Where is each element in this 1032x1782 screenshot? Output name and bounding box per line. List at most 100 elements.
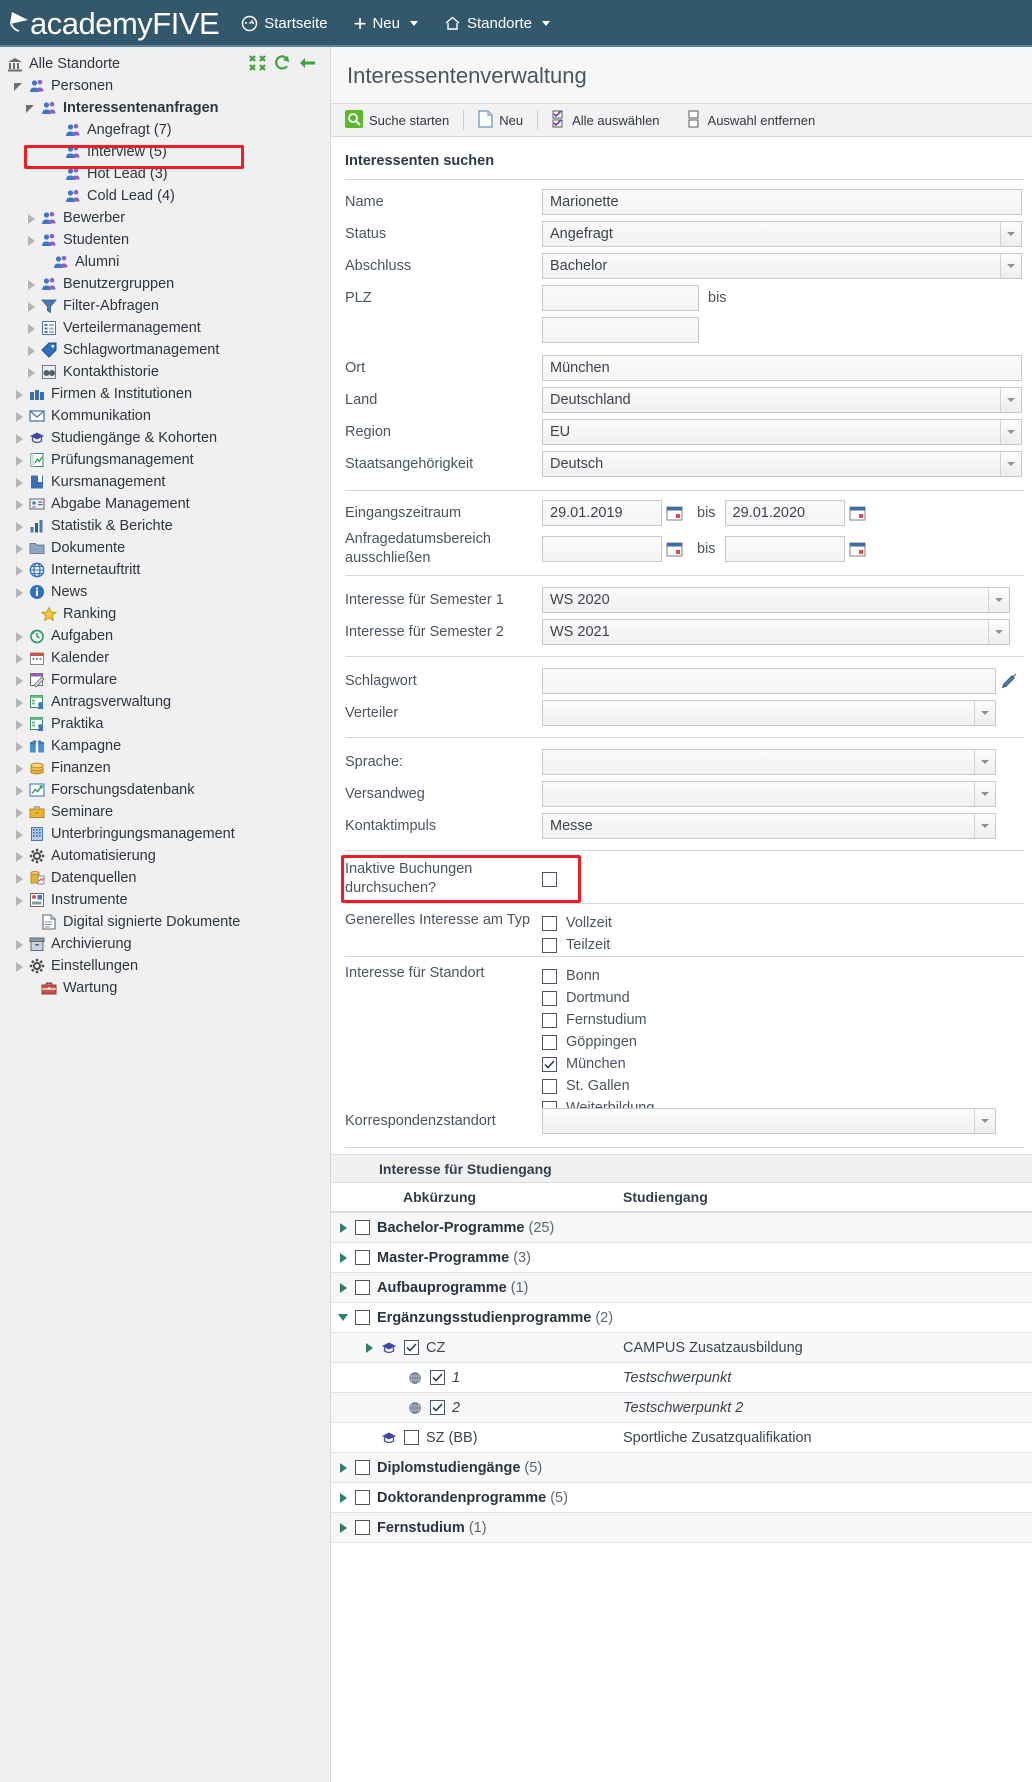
sidebar-item-bewerber[interactable]: Bewerber: [0, 207, 330, 229]
expand-arrow-closed-icon[interactable]: [14, 631, 25, 642]
sidebar-item-personen[interactable]: Personen: [0, 75, 330, 97]
expand-arrow-closed-icon[interactable]: [14, 521, 25, 532]
versandweg-select[interactable]: [542, 781, 996, 807]
sprache-select[interactable]: [542, 749, 996, 775]
standort-option[interactable]: Dortmund: [542, 987, 630, 1009]
sidebar-item-instrumente[interactable]: Instrumente: [0, 889, 330, 911]
row-checkbox[interactable]: [355, 1460, 370, 1475]
sidebar-item-verteilermanagement[interactable]: Verteilermanagement: [0, 317, 330, 339]
anfrage-to-input[interactable]: [724, 536, 845, 562]
table-row[interactable]: 2 Testschwerpunkt 2: [331, 1393, 1032, 1423]
expand-arrow-closed-icon[interactable]: [14, 433, 25, 444]
expand-arrow-closed-icon[interactable]: [14, 389, 25, 400]
expand-arrow-closed-icon[interactable]: [14, 741, 25, 752]
standort-checkbox-st-gallen[interactable]: [542, 1078, 557, 1094]
sidebar-item-ranking[interactable]: Ranking: [0, 603, 330, 625]
expand-arrow-closed-icon[interactable]: [14, 675, 25, 686]
semester-1-select[interactable]: WS 2020: [542, 587, 1010, 613]
sidebar-item-datenquellen[interactable]: Datenquellen: [0, 867, 330, 889]
sidebar-item-benutzergruppen[interactable]: Benutzergruppen: [0, 273, 330, 295]
expand-arrow-closed-icon[interactable]: [14, 587, 25, 598]
sidebar-item-wartung[interactable]: Wartung: [0, 977, 330, 999]
sidebar-item-praktika[interactable]: Praktika: [0, 713, 330, 735]
row-checkbox[interactable]: [355, 1520, 370, 1535]
standort-checkbox-bonn[interactable]: [542, 968, 557, 984]
sidebar-item-news[interactable]: News: [0, 581, 330, 603]
sidebar-item-kommunikation[interactable]: Kommunikation: [0, 405, 330, 427]
plz-from-input[interactable]: [542, 285, 699, 311]
sidebar-item-interview-5[interactable]: Interview (5): [0, 141, 330, 163]
expand-arrow-closed-icon[interactable]: [14, 697, 25, 708]
sidebar-item-internetauftritt[interactable]: Internetauftritt: [0, 559, 330, 581]
expand-arrow-closed-icon[interactable]: [14, 873, 25, 884]
row-checkbox[interactable]: [355, 1280, 370, 1295]
abschluss-select[interactable]: Bachelor: [542, 253, 1022, 279]
semester-2-select[interactable]: WS 2021: [542, 619, 1010, 645]
sidebar-item-studenten[interactable]: Studenten: [0, 229, 330, 251]
expand-arrow-closed-icon[interactable]: [14, 829, 25, 840]
schlagwort-input[interactable]: [542, 668, 996, 694]
standort-option[interactable]: Göppingen: [542, 1031, 637, 1053]
expand-arrow-closed-icon[interactable]: [14, 961, 25, 972]
table-row[interactable]: CZ CAMPUS Zusatzausbildung: [331, 1333, 1032, 1363]
table-row[interactable]: Doktorandenprogramme (5): [331, 1483, 1032, 1513]
row-checkbox[interactable]: [355, 1250, 370, 1265]
expand-arrow-closed-icon[interactable]: [26, 213, 37, 224]
expand-arrow-closed-icon[interactable]: [14, 763, 25, 774]
name-input[interactable]: Marionette: [542, 189, 1022, 215]
row-expand-closed-icon[interactable]: [331, 1492, 355, 1503]
alle-auswaehlen-button[interactable]: Alle auswählen: [538, 104, 673, 136]
expand-arrow-closed-icon[interactable]: [14, 785, 25, 796]
expand-arrow-closed-icon[interactable]: [14, 851, 25, 862]
expand-arrow-closed-icon[interactable]: [26, 323, 37, 334]
sidebar-item-aufgaben[interactable]: Aufgaben: [0, 625, 330, 647]
expand-arrow-closed-icon[interactable]: [14, 807, 25, 818]
expand-arrow-closed-icon[interactable]: [14, 653, 25, 664]
expand-arrow-closed-icon[interactable]: [26, 279, 37, 290]
korrespondenzstandort-select[interactable]: [542, 1108, 996, 1134]
calendar-icon[interactable]: [849, 541, 867, 557]
expand-arrow-closed-icon[interactable]: [14, 543, 25, 554]
sidebar-item-seminare[interactable]: Seminare: [0, 801, 330, 823]
table-row[interactable]: Master-Programme (3): [331, 1243, 1032, 1273]
expand-arrow-closed-icon[interactable]: [14, 477, 25, 488]
typ-checkbox-teilzeit[interactable]: [542, 937, 557, 953]
expand-arrow-closed-icon[interactable]: [14, 499, 25, 510]
calendar-icon[interactable]: [666, 541, 684, 557]
typ-checkbox-vollzeit[interactable]: [542, 915, 557, 931]
table-row[interactable]: Aufbauprogramme (1): [331, 1273, 1032, 1303]
nav-standorte[interactable]: Standorte: [444, 15, 551, 32]
standort-checkbox-göppingen[interactable]: [542, 1034, 557, 1050]
eingang-to-input[interactable]: 29.01.2020: [724, 500, 845, 526]
verteiler-select[interactable]: [542, 700, 996, 726]
standort-option[interactable]: St. Gallen: [542, 1075, 630, 1097]
calendar-icon[interactable]: [849, 505, 867, 521]
sidebar-item-statistik-berichte[interactable]: Statistik & Berichte: [0, 515, 330, 537]
sidebar-item-cold-lead-4[interactable]: Cold Lead (4): [0, 185, 330, 207]
kontaktimpuls-select[interactable]: Messe: [542, 813, 996, 839]
sidebar-item-einstellungen[interactable]: Einstellungen: [0, 955, 330, 977]
edit-pencil-icon[interactable]: [996, 673, 1022, 689]
expand-arrow-closed-icon[interactable]: [14, 411, 25, 422]
app-logo[interactable]: academy FIVE: [10, 8, 220, 39]
expand-arrow-closed-icon[interactable]: [14, 895, 25, 906]
sidebar-item-kursmanagement[interactable]: Kursmanagement: [0, 471, 330, 493]
expand-arrow-closed-icon[interactable]: [26, 345, 37, 356]
row-expand-closed-icon[interactable]: [331, 1252, 355, 1263]
row-checkbox[interactable]: [355, 1490, 370, 1505]
calendar-icon[interactable]: [666, 505, 684, 521]
table-row[interactable]: Bachelor-Programme (25): [331, 1213, 1032, 1243]
sidebar-item-kontakthistorie[interactable]: Kontakthistorie: [0, 361, 330, 383]
sidebar-item-interessentenanfragen[interactable]: Interessentenanfragen: [0, 97, 330, 119]
table-row[interactable]: Diplomstudiengänge (5): [331, 1453, 1032, 1483]
sidebar-item-automatisierung[interactable]: Automatisierung: [0, 845, 330, 867]
sidebar-item-unterbringungsmanagement[interactable]: Unterbringungsmanagement: [0, 823, 330, 845]
sidebar-item-alumni[interactable]: Alumni: [0, 251, 330, 273]
auswahl-entfernen-button[interactable]: Auswahl entfernen: [674, 104, 830, 136]
sidebar-item-hot-lead-3[interactable]: Hot Lead (3): [0, 163, 330, 185]
sidebar-item-dokumente[interactable]: Dokumente: [0, 537, 330, 559]
expand-arrow-open-icon[interactable]: [14, 81, 25, 92]
table-row[interactable]: Ergänzungsstudienprogramme (2): [331, 1303, 1032, 1333]
refresh-icon[interactable]: [274, 55, 291, 75]
expand-arrow-closed-icon[interactable]: [26, 301, 37, 312]
